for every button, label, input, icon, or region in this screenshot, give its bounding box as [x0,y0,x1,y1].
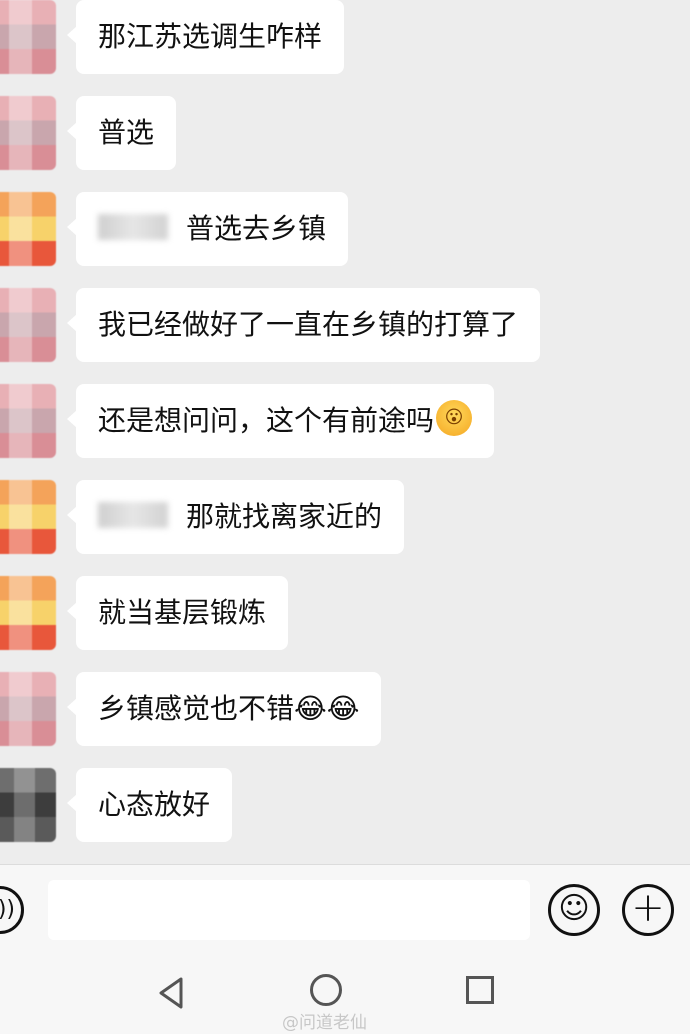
message-text: 普选 [98,116,155,149]
message-bubble[interactable]: 那江苏选调生咋样 [66,0,345,74]
message-text: 那江苏选调生咋样 [98,20,323,53]
nav-back-icon[interactable] [158,976,184,1010]
message-text: 那就找离家近的 [186,500,383,533]
system-nav-bar: @问道老仙 [0,954,690,1034]
avatar[interactable] [0,192,56,266]
mention-redacted [98,214,168,240]
emoji-icon[interactable]: ☺ [548,884,600,936]
message-bubble[interactable]: 那就找离家近的 [66,480,405,554]
message-bubble[interactable]: 普选去乡镇 [66,192,349,266]
input-bar: ))) ☺ + [0,864,690,955]
avatar[interactable] [0,0,56,74]
message-bubble[interactable]: 乡镇感觉也不错😂😂 [66,672,382,746]
message-text: 普选去乡镇 [186,212,327,245]
avatar[interactable] [0,576,56,650]
message-bubble[interactable]: 普选 [66,96,177,170]
message-bubble[interactable]: 心态放好 [66,768,233,842]
message-bubble[interactable]: 就当基层锻炼 [66,576,289,650]
avatar[interactable] [0,672,56,746]
message-bubble[interactable]: 我已经做好了一直在乡镇的打算了 [66,288,541,362]
message-text: 乡镇感觉也不错 [98,692,295,725]
message-text: 心态放好 [98,788,211,821]
message-input[interactable] [48,880,530,940]
nav-recent-icon[interactable] [466,976,494,1004]
avatar[interactable] [0,768,56,842]
tears-of-joy-emoji-icon: 😂😂 [294,692,360,725]
nav-home-icon[interactable] [310,974,342,1006]
chat-message-list[interactable]: 那江苏选调生咋样 普选 普选去乡镇 我已经做好了一直在乡镇的打算了 还是想问问，… [0,0,690,864]
message-bubble[interactable]: 还是想问问，这个有前途吗 😮 [66,384,495,458]
plus-icon[interactable]: + [622,884,674,936]
avatar[interactable] [0,96,56,170]
avatar[interactable] [0,480,56,554]
watermark: @问道老仙 [282,1013,367,1033]
message-text: 就当基层锻炼 [98,596,267,629]
avatar[interactable] [0,288,56,362]
voice-icon[interactable]: ))) [0,886,24,934]
quoted-name-redacted [98,502,168,528]
surprised-emoji-icon: 😮 [436,400,473,436]
message-text: 我已经做好了一直在乡镇的打算了 [98,308,519,341]
message-text: 还是想问问，这个有前途吗 [98,404,435,437]
avatar[interactable] [0,384,56,458]
